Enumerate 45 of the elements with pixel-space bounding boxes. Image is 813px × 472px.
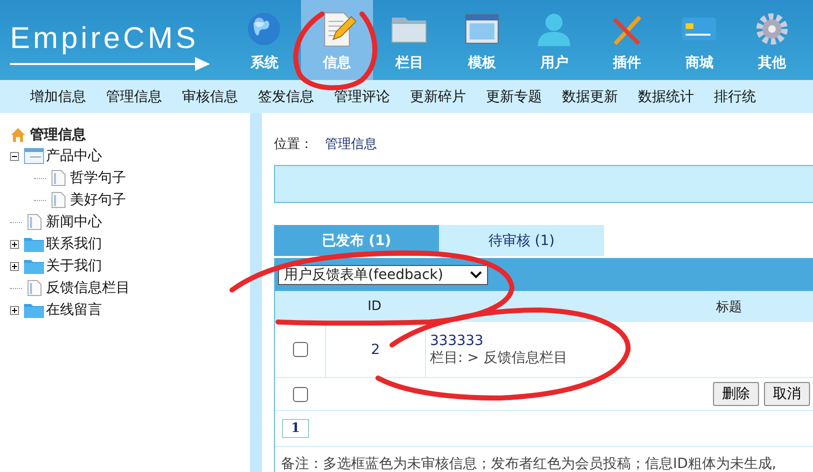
submenu-link[interactable]: 增加信息 bbox=[30, 88, 86, 106]
tree-item[interactable]: 产品中心 bbox=[46, 147, 102, 165]
folder-icon bbox=[24, 302, 44, 318]
logo-arrow-icon bbox=[10, 56, 210, 72]
submenu-link[interactable]: 审核信息 bbox=[182, 88, 238, 106]
tree-item[interactable]: 新闻中心 bbox=[46, 213, 102, 231]
submenu-link[interactable]: 管理评论 bbox=[334, 88, 390, 106]
expand-toggle-icon[interactable] bbox=[10, 152, 19, 160]
submenu-link[interactable]: 数据更新 bbox=[562, 88, 618, 106]
checkbox[interactable] bbox=[292, 342, 308, 357]
folder-icon bbox=[24, 258, 44, 274]
chevron-down-icon bbox=[470, 270, 482, 278]
action-button[interactable]: 删除 bbox=[713, 382, 759, 406]
tree-item[interactable]: 反馈信息栏目 bbox=[46, 279, 130, 297]
submenu-link[interactable]: 签发信息 bbox=[258, 88, 314, 106]
id-cell: 2 bbox=[371, 342, 380, 358]
page-link[interactable]: 1 bbox=[282, 419, 310, 438]
submenu-link[interactable]: 管理信息 bbox=[106, 88, 162, 106]
list-icon bbox=[24, 148, 44, 164]
breadcrumb-link[interactable]: 管理信息 bbox=[325, 135, 377, 153]
title-link[interactable]: 333333 bbox=[430, 332, 813, 348]
submenu-link[interactable]: 更新专题 bbox=[486, 88, 542, 106]
expand-toggle-icon[interactable] bbox=[10, 306, 19, 314]
column-header: ID bbox=[366, 299, 382, 314]
breadcrumb-label: 位置： bbox=[274, 136, 313, 153]
tree-item[interactable]: 哲学句子 bbox=[70, 169, 126, 187]
tree-item[interactable]: 关于我们 bbox=[46, 257, 102, 275]
tree-item[interactable]: 美好句子 bbox=[70, 191, 126, 209]
folder-icon bbox=[24, 236, 44, 252]
expand-toggle-icon[interactable] bbox=[10, 262, 19, 270]
logo-text: EmpireCMS bbox=[10, 22, 200, 56]
tree-title: 管理信息 bbox=[30, 126, 86, 144]
tree-item[interactable]: 在线留言 bbox=[46, 301, 102, 319]
form-select[interactable]: 用户反馈表单(feedback) bbox=[278, 264, 488, 284]
category-text: 栏目: > 反馈信息栏目 bbox=[430, 348, 568, 366]
status-tab[interactable]: 待审核 (1) bbox=[439, 225, 604, 256]
note-text: 备注：多选框蓝色为未审核信息；发布者红色为会员投稿；信息ID粗体为未生成, bbox=[281, 456, 776, 472]
select-all-checkbox[interactable] bbox=[292, 386, 308, 402]
submenu-link[interactable]: 数据统计 bbox=[638, 88, 694, 106]
expand-toggle-icon[interactable] bbox=[10, 240, 19, 248]
column-header: 标题 bbox=[716, 300, 742, 314]
submenu-link[interactable]: 更新碎片 bbox=[410, 88, 466, 106]
submenu-link[interactable]: 排行统 bbox=[714, 88, 756, 106]
action-button[interactable]: 取消 bbox=[764, 382, 810, 406]
tree-item[interactable]: 联系我们 bbox=[46, 235, 102, 253]
